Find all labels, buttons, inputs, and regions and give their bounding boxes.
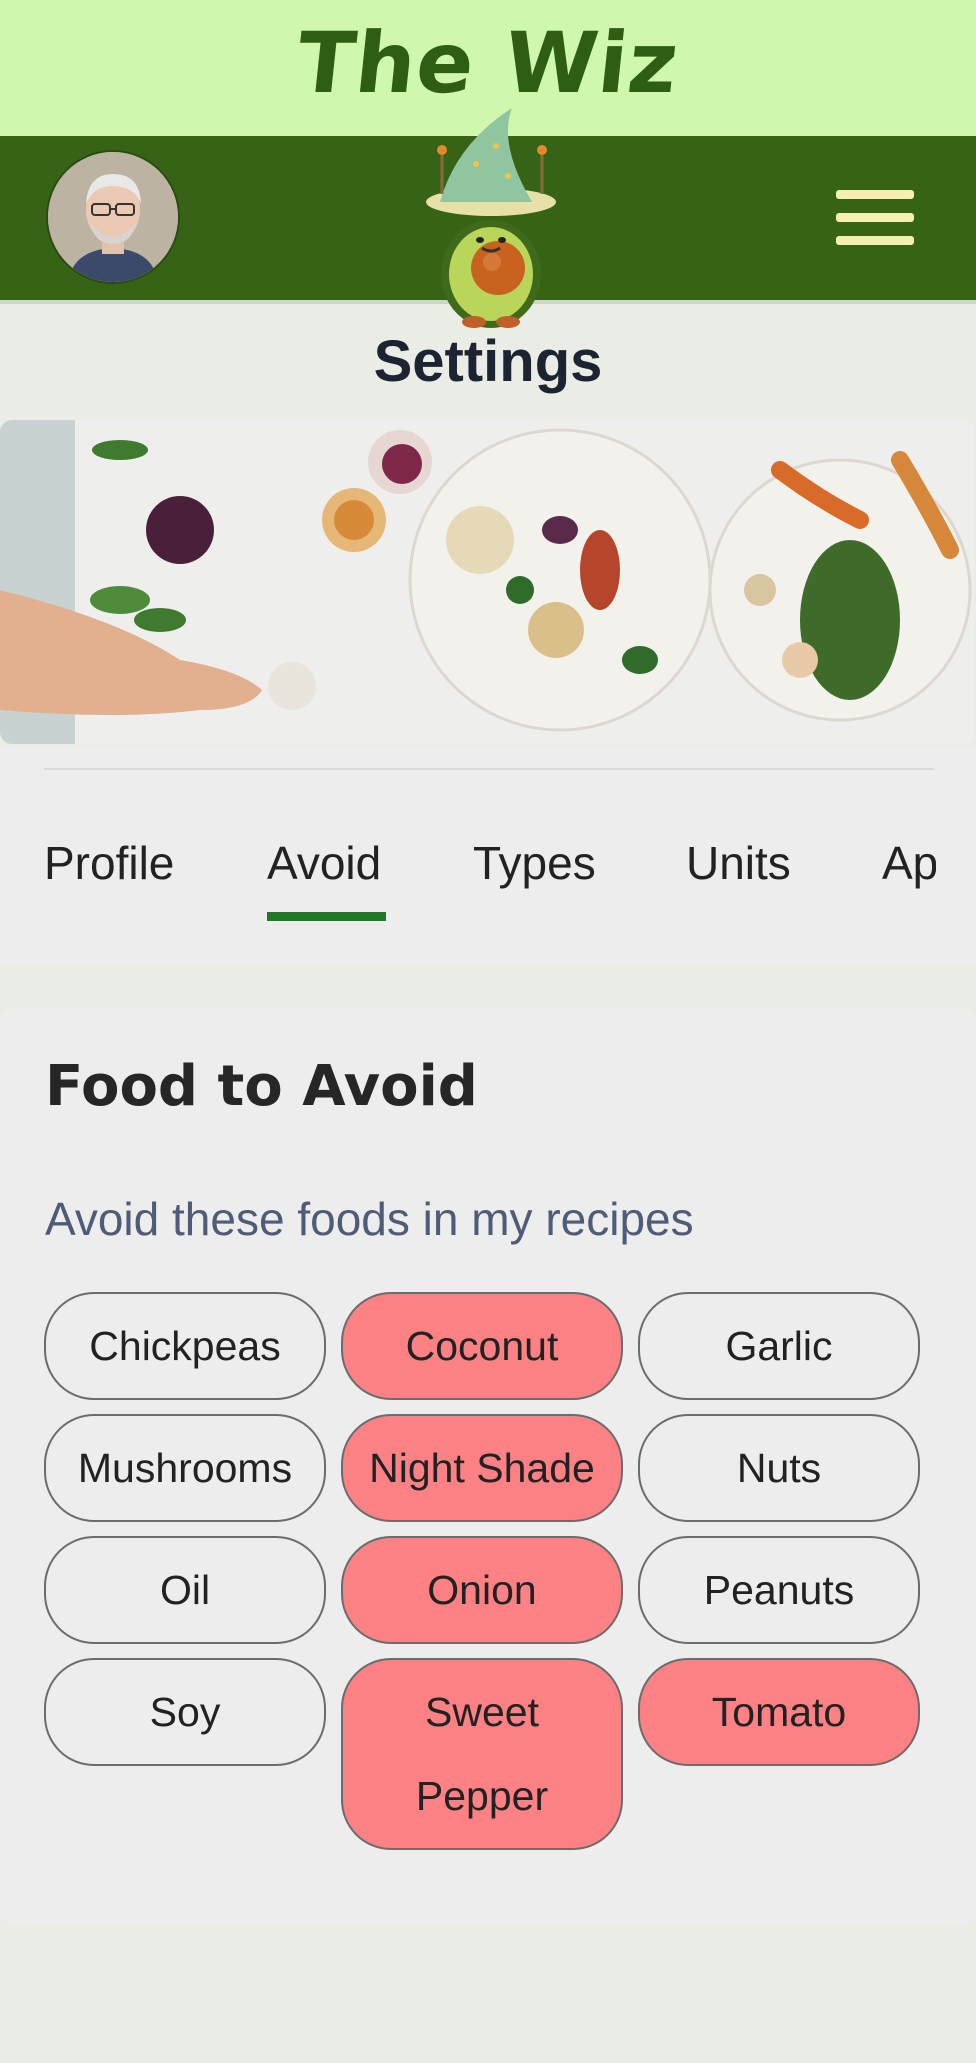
food-chip-night-shade[interactable]: Night Shade [341,1414,623,1522]
active-tab-indicator [267,912,386,921]
food-chip-sweet-pepper[interactable]: Sweet Pepper [341,1658,623,1850]
app-title: The Wiz [292,14,684,112]
card-title: Food to Avoid [45,1054,478,1119]
tab-ap[interactable]: Ap [882,836,936,890]
page-title: Settings [373,329,603,394]
avocado-wizard-mascot-icon [416,104,566,330]
tab-types[interactable]: Types [473,836,596,890]
hamburger-menu-icon[interactable] [836,190,914,246]
bottom-area [0,1926,976,2063]
tab-units[interactable]: Units [686,836,791,890]
tabs-divider [44,768,934,770]
food-chip-chickpeas[interactable]: Chickpeas [44,1292,326,1400]
avatar-photo-icon [48,152,178,282]
hero-food-image [0,420,974,744]
food-chip-onion[interactable]: Onion [341,1536,623,1644]
food-chip-peanuts[interactable]: Peanuts [638,1536,920,1644]
tab-bar: Profile Avoid Types Units Ap [0,820,936,910]
food-chip-coconut[interactable]: Coconut [341,1292,623,1400]
food-chip-tomato[interactable]: Tomato [638,1658,920,1766]
food-chip-soy[interactable]: Soy [44,1658,326,1766]
tab-avoid[interactable]: Avoid [267,836,381,890]
food-chip-mushrooms[interactable]: Mushrooms [44,1414,326,1522]
food-chip-nuts[interactable]: Nuts [638,1414,920,1522]
user-avatar[interactable] [48,152,178,282]
food-chip-oil[interactable]: Oil [44,1536,326,1644]
tab-profile[interactable]: Profile [44,836,174,890]
food-chip-garlic[interactable]: Garlic [638,1292,920,1400]
card-subtitle: Avoid these foods in my recipes [45,1193,694,1245]
